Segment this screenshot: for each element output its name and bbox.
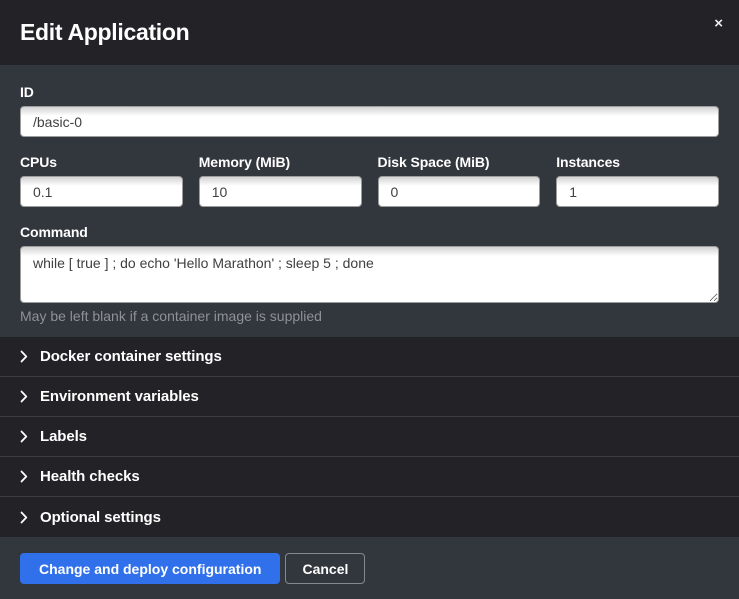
memory-field-group: Memory (MiB) <box>199 154 362 207</box>
accordion-docker-container-settings[interactable]: Docker container settings <box>0 337 739 377</box>
command-label: Command <box>20 224 719 240</box>
close-icon: × <box>714 15 723 32</box>
modal-header: Edit Application × <box>0 0 739 65</box>
close-button[interactable]: × <box>710 12 727 35</box>
accordion-sections: Docker container settings Environment va… <box>0 337 739 537</box>
accordion-label: Optional settings <box>40 509 161 526</box>
memory-label: Memory (MiB) <box>199 154 362 170</box>
edit-application-modal: Edit Application × ID CPUs Memory (MiB) … <box>0 0 739 599</box>
instances-input[interactable] <box>556 176 719 207</box>
chevron-right-icon <box>20 511 28 524</box>
accordion-label: Environment variables <box>40 388 199 405</box>
chevron-right-icon <box>20 350 28 363</box>
accordion-environment-variables[interactable]: Environment variables <box>0 377 739 417</box>
change-and-deploy-button[interactable]: Change and deploy configuration <box>20 553 280 584</box>
cpus-field-group: CPUs <box>20 154 183 207</box>
disk-input[interactable] <box>378 176 541 207</box>
accordion-label: Labels <box>40 428 87 445</box>
accordion-label: Docker container settings <box>40 348 222 365</box>
page-title: Edit Application <box>20 19 189 46</box>
id-input[interactable] <box>20 106 719 137</box>
command-textarea[interactable]: while [ true ] ; do echo 'Hello Marathon… <box>20 246 719 303</box>
disk-label: Disk Space (MiB) <box>378 154 541 170</box>
accordion-optional-settings[interactable]: Optional settings <box>0 497 739 537</box>
memory-input[interactable] <box>199 176 362 207</box>
chevron-right-icon <box>20 390 28 403</box>
instances-label: Instances <box>556 154 719 170</box>
command-help-text: May be left blank if a container image i… <box>20 308 719 324</box>
accordion-label: Health checks <box>40 468 140 485</box>
accordion-labels[interactable]: Labels <box>0 417 739 457</box>
id-label: ID <box>20 84 719 100</box>
resources-row: CPUs Memory (MiB) Disk Space (MiB) Insta… <box>20 154 719 207</box>
modal-footer: Change and deploy configuration Cancel <box>0 537 739 599</box>
accordion-health-checks[interactable]: Health checks <box>0 457 739 497</box>
chevron-right-icon <box>20 470 28 483</box>
chevron-right-icon <box>20 430 28 443</box>
cpus-input[interactable] <box>20 176 183 207</box>
cancel-button[interactable]: Cancel <box>285 553 365 584</box>
command-field-group: Command while [ true ] ; do echo 'Hello … <box>20 224 719 324</box>
disk-field-group: Disk Space (MiB) <box>378 154 541 207</box>
id-field-group: ID <box>20 84 719 137</box>
instances-field-group: Instances <box>556 154 719 207</box>
modal-body: ID CPUs Memory (MiB) Disk Space (MiB) In… <box>0 65 739 337</box>
cpus-label: CPUs <box>20 154 183 170</box>
